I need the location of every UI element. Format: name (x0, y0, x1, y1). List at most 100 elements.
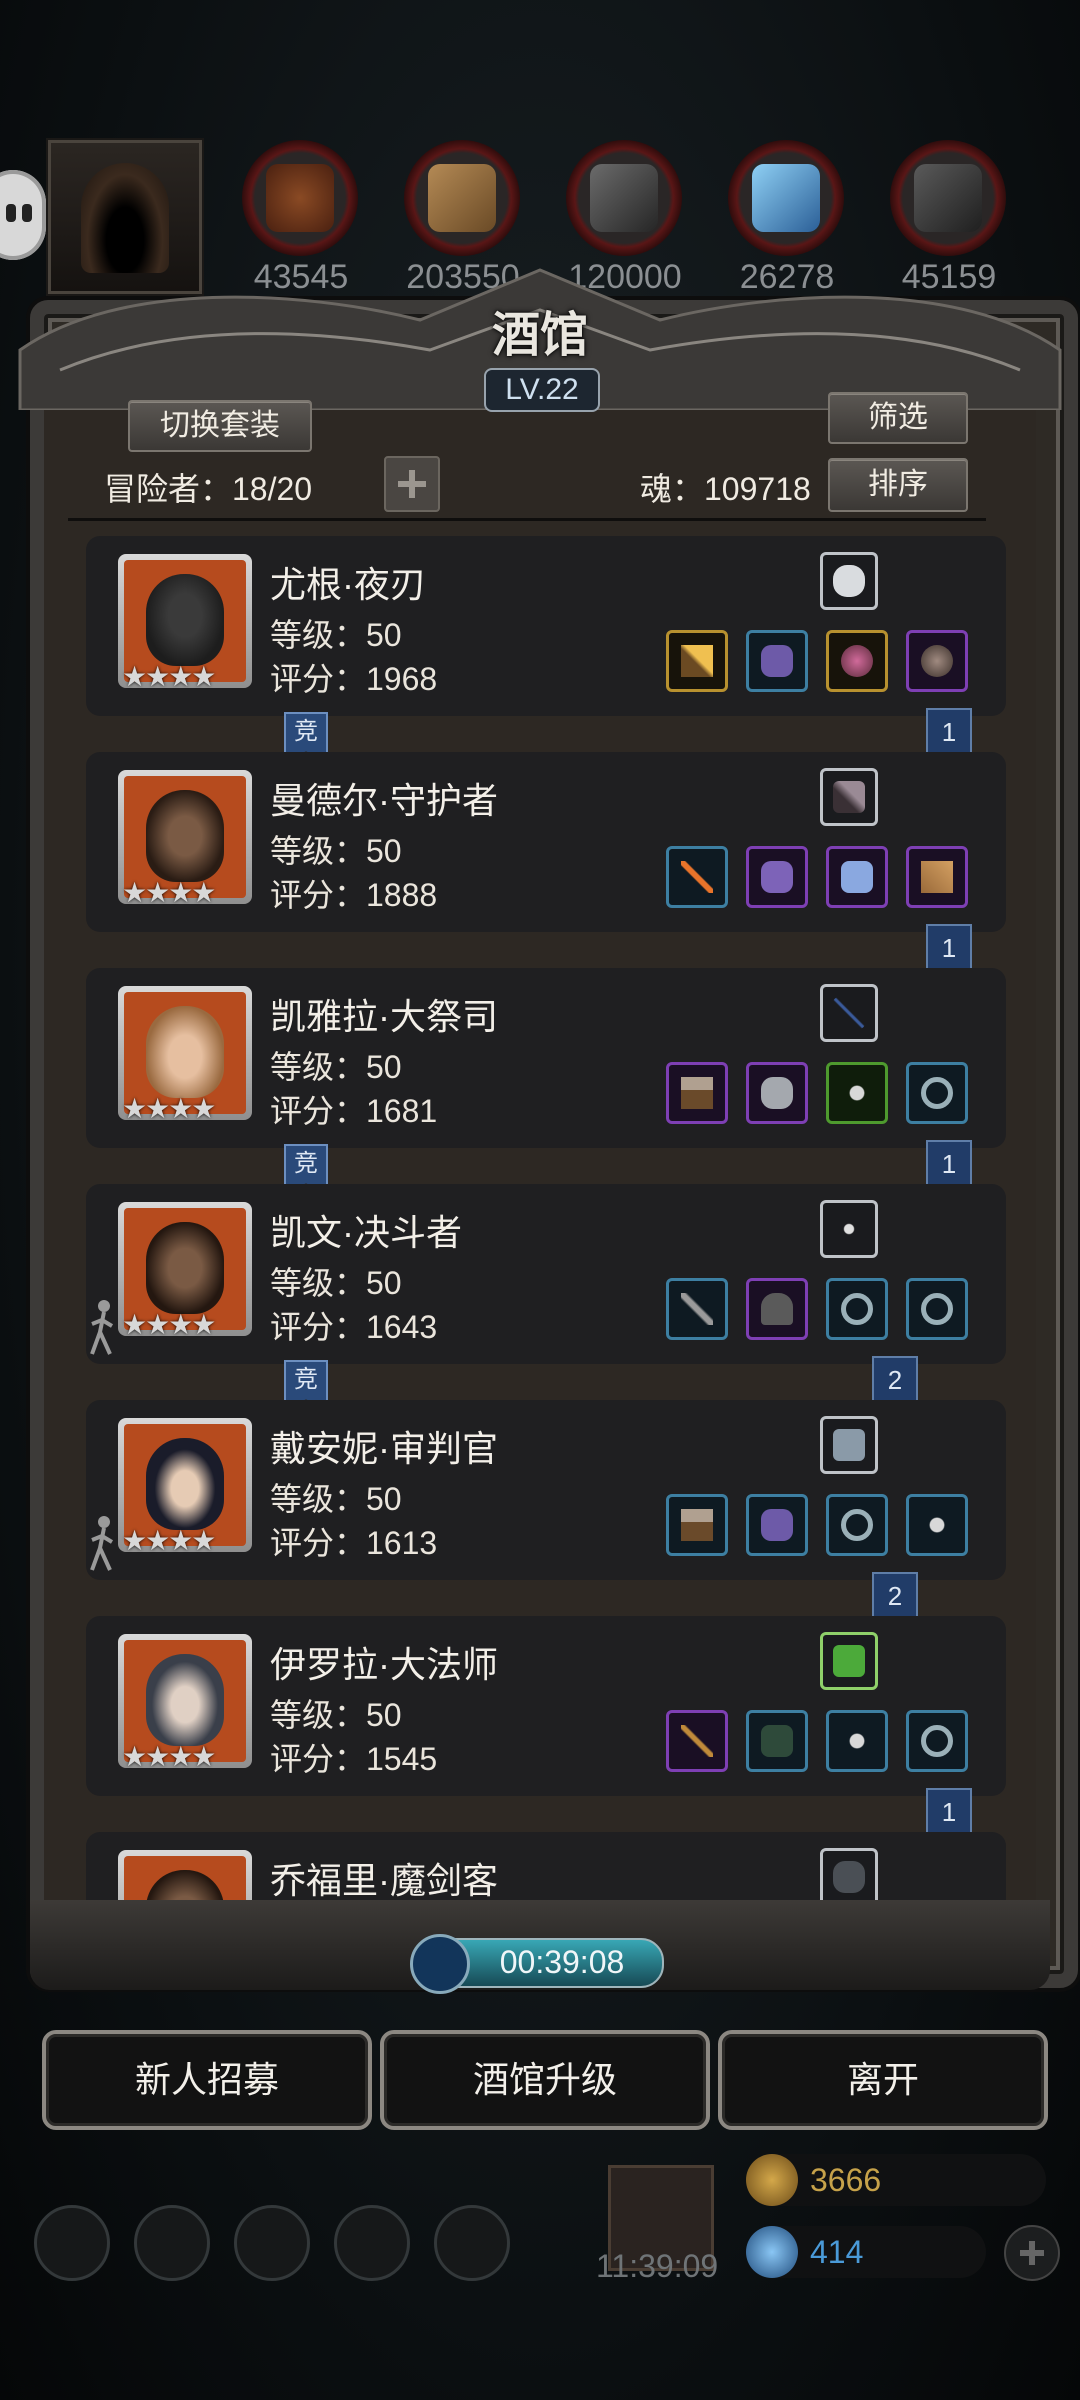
adventurer-count: 冒险者：18/20 (104, 471, 313, 507)
filter-button[interactable]: 筛选 (828, 392, 968, 444)
artifact-slot[interactable] (820, 1200, 878, 1258)
ring-icon[interactable] (826, 1494, 888, 1556)
hooded-figure-icon (81, 163, 169, 273)
armor-icon[interactable] (746, 630, 808, 692)
running-figure-icon (90, 1300, 114, 1355)
ring-icon[interactable] (906, 1710, 968, 1772)
artifact-slot[interactable] (820, 1416, 878, 1474)
panel-divider (68, 518, 986, 521)
iron-ingot-icon[interactable] (890, 140, 1006, 256)
mail-icon[interactable] (334, 2205, 410, 2281)
gem-counter: 414 (746, 2226, 986, 2278)
pendant-icon[interactable] (906, 630, 968, 692)
hero-score: 评分：1968 (270, 661, 438, 697)
helmet-icon[interactable] (746, 1278, 808, 1340)
gift-countdown: 11:39:09 (596, 2248, 719, 2284)
wood-log-icon[interactable] (242, 140, 358, 256)
hero-card[interactable]: ★★★★ 凯雅拉·大祭司 等级：50 评分：1681 (86, 968, 1006, 1148)
hero-name: 戴安妮·审判官 (270, 1428, 498, 1469)
hero-card[interactable]: ★★★★ 凯文·决斗者 等级：50 评分：1643 (86, 1184, 1006, 1364)
tavern-level-badge: LV.22 (484, 368, 600, 412)
staff-icon[interactable] (666, 630, 728, 692)
hammer-icon[interactable] (666, 1062, 728, 1124)
armor-icon[interactable] (746, 846, 808, 908)
tower-icon[interactable] (234, 2205, 310, 2281)
recruit-button[interactable]: 新人招募 (42, 2030, 372, 2130)
chestplate-icon[interactable] (746, 1062, 808, 1124)
hero-score: 评分：1613 (270, 1525, 438, 1561)
hero-card[interactable]: ★★★★ 尤根·夜刃 等级：50 评分：1968 (86, 536, 1006, 716)
sword-icon[interactable] (666, 1278, 728, 1340)
hero-name: 乔福里·魔剑客 (270, 1860, 498, 1901)
ring-icon[interactable] (906, 1278, 968, 1340)
hero-card[interactable]: 乔福里·魔剑客 (86, 1832, 1006, 1908)
running-figure-icon (90, 1516, 114, 1571)
amulet-icon[interactable] (826, 630, 888, 692)
artifact-slot[interactable] (820, 984, 878, 1042)
artifact-slot[interactable] (820, 552, 878, 610)
hero-name: 尤根·夜刃 (270, 564, 426, 605)
hero-card[interactable]: ★★★★ 戴安妮·审判官 等级：50 评分：1613 (86, 1400, 1006, 1580)
hero-name: 伊罗拉·大法师 (270, 1644, 498, 1685)
ring-icon[interactable] (906, 1062, 968, 1124)
hero-card[interactable]: ★★★★ 曼德尔·守护者 等级：50 评分：1888 (86, 752, 1006, 932)
stone-block-icon[interactable] (566, 140, 682, 256)
star-rating: ★★★★ (122, 661, 216, 692)
side-menu-tab[interactable] (0, 170, 46, 260)
staff-icon[interactable] (666, 1710, 728, 1772)
artifact-slot[interactable] (820, 1632, 878, 1690)
tavern-refresh-timer: 00:39:08 (410, 1934, 664, 1994)
star-icon[interactable] (134, 2205, 210, 2281)
hero-score: 评分：1681 (270, 1093, 438, 1129)
amulet-icon[interactable] (826, 1062, 888, 1124)
helmet-icon[interactable] (434, 2205, 510, 2281)
hero-score: 评分：1545 (270, 1741, 438, 1777)
hero-level: 等级：50 (270, 1265, 402, 1301)
hero-level: 等级：50 (270, 833, 402, 869)
amulet-icon[interactable] (826, 1710, 888, 1772)
artifact-slot[interactable] (820, 1848, 878, 1906)
hero-list[interactable]: ★★★★ 尤根·夜刃 等级：50 评分：1968 竞 1 ★★★★ 曼德尔·守护… (86, 536, 1006, 1908)
hero-level: 等级：50 (270, 617, 402, 653)
hero-name: 凯文·决斗者 (270, 1212, 462, 1253)
soul-count: 魂：109718 (640, 471, 811, 507)
crystal-icon[interactable] (728, 140, 844, 256)
hero-score: 评分：1888 (270, 877, 438, 913)
hero-card[interactable]: ★★★★ 伊罗拉·大法师 等级：50 评分：1545 (86, 1616, 1006, 1796)
gold-value: 3666 (810, 2162, 882, 2198)
hero-level: 等级：50 (270, 1481, 402, 1517)
sort-button[interactable]: 排序 (828, 458, 968, 512)
armor-icon[interactable] (746, 1494, 808, 1556)
robe-icon[interactable] (746, 1710, 808, 1772)
upgrade-tavern-button[interactable]: 酒馆升级 (380, 2030, 710, 2130)
amulet-icon[interactable] (906, 1494, 968, 1556)
hammer-icon[interactable] (666, 1494, 728, 1556)
star-rating: ★★★★ (122, 1525, 216, 1556)
switch-outfit-button[interactable]: 切换套装 (128, 400, 312, 452)
add-currency-button[interactable] (1004, 2225, 1060, 2281)
gem-icon (746, 2226, 798, 2278)
hero-name: 曼德尔·守护者 (270, 780, 498, 821)
gold-counter: 3666 (746, 2154, 1046, 2206)
clock-icon (410, 1934, 470, 1994)
sword-icon[interactable] (666, 846, 728, 908)
plank-icon[interactable] (404, 140, 520, 256)
hero-level: 等级：50 (270, 1697, 402, 1733)
star-rating: ★★★★ (122, 1309, 216, 1340)
add-adventurer-slot-button[interactable] (384, 456, 440, 512)
artifact-slot[interactable] (820, 768, 878, 826)
hero-score: 评分：1643 (270, 1309, 438, 1345)
gem-value: 414 (810, 2234, 864, 2270)
gold-coin-icon (746, 2154, 798, 2206)
star-rating: ★★★★ (122, 877, 216, 908)
scroll-icon[interactable] (906, 846, 968, 908)
settings-icon[interactable] (34, 2205, 110, 2281)
timer-text: 00:39:08 (499, 1944, 625, 1980)
star-rating: ★★★★ (122, 1741, 216, 1772)
star-rating: ★★★★ (122, 1093, 216, 1124)
hero-level: 等级：50 (270, 1049, 402, 1085)
leave-button[interactable]: 离开 (718, 2030, 1048, 2130)
gauntlet-icon[interactable] (826, 846, 888, 908)
page-title: 酒馆 (491, 307, 588, 363)
ring-icon[interactable] (826, 1278, 888, 1340)
